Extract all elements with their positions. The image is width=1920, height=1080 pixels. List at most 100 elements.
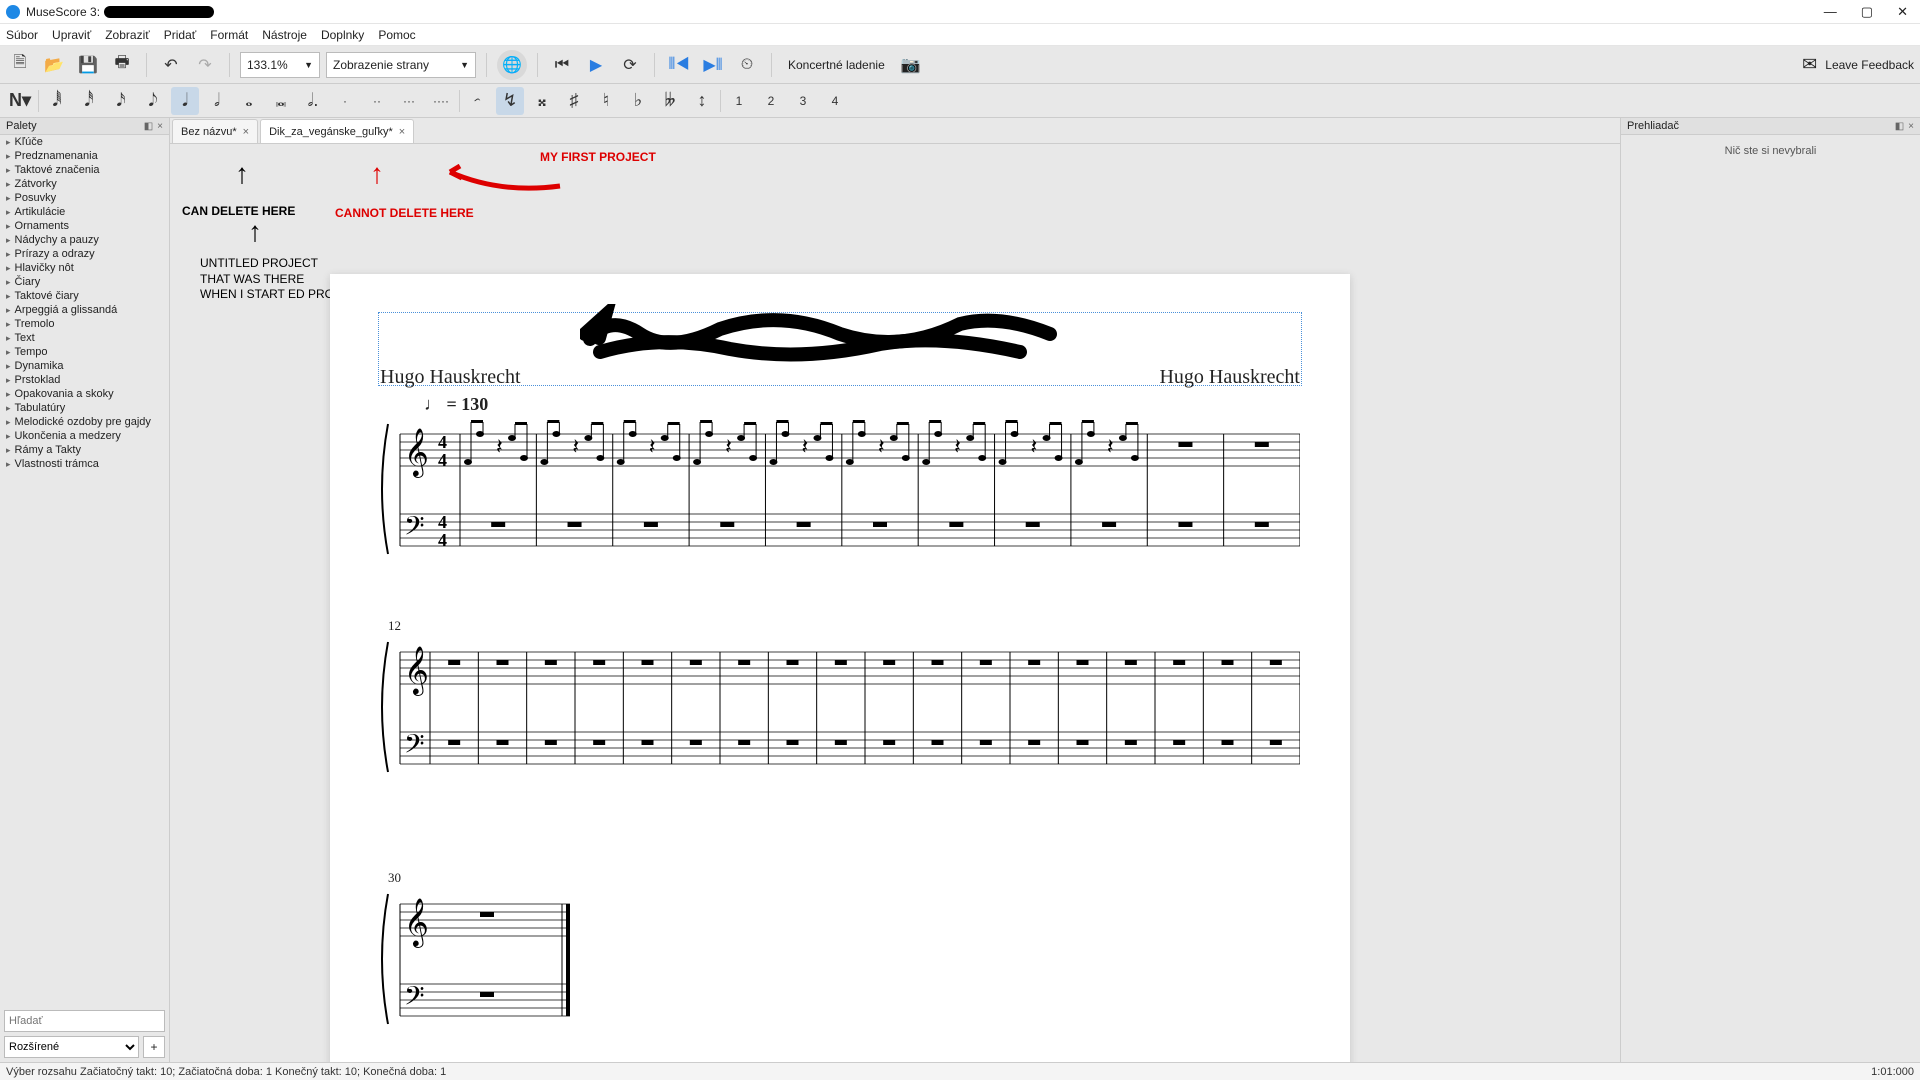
staff-system-3[interactable]: 𝄞 𝄢	[380, 884, 580, 1034]
flat-icon[interactable]: ♭	[624, 87, 652, 115]
rewind-icon[interactable]: ⏮	[548, 51, 576, 79]
composer-right[interactable]: Hugo Hauskrecht	[1159, 366, 1300, 389]
note-64-icon[interactable]: 𝅘𝅥𝅱	[43, 87, 71, 115]
note-half-icon[interactable]: 𝅗𝅥	[203, 87, 231, 115]
palette-item[interactable]: ▸Prstoklad	[0, 373, 169, 387]
palette-item[interactable]: ▸Hlavičky nôt	[0, 261, 169, 275]
inspector-undock-icon[interactable]: ◧	[1895, 121, 1904, 132]
double-flat-icon[interactable]: 𝄫	[656, 87, 684, 115]
camera-icon[interactable]: 📷	[897, 51, 925, 79]
palette-item[interactable]: ▸Predznamenania	[0, 149, 169, 163]
note-16-icon[interactable]: 𝅘𝅥𝅯	[107, 87, 135, 115]
maximize-button[interactable]: ▢	[1861, 4, 1873, 20]
play-icon[interactable]: ▶	[582, 51, 610, 79]
palette-item[interactable]: ▸Čiary	[0, 275, 169, 289]
loop-icon[interactable]: ⟳	[616, 51, 644, 79]
palette-item[interactable]: ▸Ukončenia a medzery	[0, 429, 169, 443]
palette-item[interactable]: ▸Artikulácie	[0, 205, 169, 219]
menu-add[interactable]: Pridať	[164, 28, 197, 42]
redo-icon[interactable]: ↷	[191, 51, 219, 79]
tab-untitled-close-icon[interactable]: ×	[243, 126, 249, 138]
concert-pitch-button[interactable]: Koncertné ladenie	[782, 58, 891, 72]
palette-item[interactable]: ▸Rámy a Takty	[0, 443, 169, 457]
voice-3-button[interactable]: 3	[789, 87, 817, 115]
palette-item[interactable]: ▸Nádychy a pauzy	[0, 233, 169, 247]
palette-item[interactable]: ▸Prírazy a odrazy	[0, 247, 169, 261]
dot4-icon[interactable]: ····	[427, 87, 455, 115]
view-mode-select[interactable]: Zobrazenie strany▼	[326, 52, 476, 78]
feedback-button[interactable]: Leave Feedback	[1825, 58, 1914, 72]
tab-project[interactable]: Dik_za_vegánske_guľky* ×	[260, 119, 414, 143]
note-8-icon[interactable]: 𝅘𝅥𝅮	[139, 87, 167, 115]
flip-icon[interactable]: ↕	[688, 87, 716, 115]
palettes-undock-icon[interactable]: ◧	[144, 121, 153, 132]
staff-system-1[interactable]: 𝄞 𝄢 4 4 4 4 𝄽𝄽𝄽𝄽𝄽𝄽𝄽𝄽𝄽	[380, 414, 1300, 564]
metronome-icon[interactable]: ⏲	[733, 51, 761, 79]
chevron-right-icon: ▸	[6, 221, 11, 232]
menu-file[interactable]: Súbor	[6, 28, 38, 42]
palette-item[interactable]: ▸Ornaments	[0, 219, 169, 233]
loop-end-icon[interactable]: ▶⦀	[699, 51, 727, 79]
save-icon[interactable]: 💾	[74, 51, 102, 79]
undo-icon[interactable]: ↶	[157, 51, 185, 79]
palette-list: ▸Kľúče▸Predznamenania▸Taktové značenia▸Z…	[0, 135, 169, 1006]
palette-item[interactable]: ▸Arpeggiá a glissandá	[0, 303, 169, 317]
minimize-button[interactable]: —	[1824, 4, 1837, 20]
palette-item[interactable]: ▸Dynamika	[0, 359, 169, 373]
palette-item[interactable]: ▸Zátvorky	[0, 177, 169, 191]
menu-edit[interactable]: Upraviť	[52, 28, 91, 42]
palette-item[interactable]: ▸Posuvky	[0, 191, 169, 205]
note-dot-half-icon[interactable]: 𝅗𝅥.	[299, 87, 327, 115]
palette-item[interactable]: ▸Text	[0, 331, 169, 345]
voice-4-button[interactable]: 4	[821, 87, 849, 115]
tempo-marking[interactable]: ♩ = 130	[424, 394, 488, 415]
palette-search-input[interactable]	[4, 1010, 165, 1032]
tie-icon[interactable]: 𝆣	[464, 87, 492, 115]
palette-item[interactable]: ▸Tabulatúry	[0, 401, 169, 415]
print-icon[interactable]: 🖶	[108, 51, 136, 79]
palettes-close-icon[interactable]: ×	[157, 121, 163, 132]
palette-item[interactable]: ▸Vlastnosti trámca	[0, 457, 169, 471]
loop-start-icon[interactable]: ⦀◀	[665, 51, 693, 79]
dot2-icon[interactable]: ··	[363, 87, 391, 115]
note-whole-icon[interactable]: 𝅝	[235, 87, 263, 115]
voice-2-button[interactable]: 2	[757, 87, 785, 115]
palette-item[interactable]: ▸Opakovania a skoky	[0, 387, 169, 401]
note-quarter-icon[interactable]: 𝅘𝅥	[171, 87, 199, 115]
menu-format[interactable]: Formát	[210, 28, 248, 42]
palette-mode-select[interactable]: Rozšírené	[4, 1036, 139, 1058]
palette-item[interactable]: ▸Tremolo	[0, 317, 169, 331]
double-sharp-icon[interactable]: 𝄪	[528, 87, 556, 115]
slur-icon[interactable]: ↯	[496, 87, 524, 115]
tab-untitled[interactable]: Bez názvu* ×	[172, 119, 258, 143]
inspector-close-icon[interactable]: ×	[1908, 121, 1914, 132]
natural-icon[interactable]: ♮	[592, 87, 620, 115]
zoom-input[interactable]: 133.1%▼	[240, 52, 320, 78]
palette-item[interactable]: ▸Kľúče	[0, 135, 169, 149]
menu-plugins[interactable]: Doplnky	[321, 28, 364, 42]
staff-system-2[interactable]: 𝄞 𝄢	[380, 632, 1300, 782]
palette-add-button[interactable]: +	[143, 1036, 165, 1058]
score-page[interactable]: Hugo Hauskrecht Hugo Hauskrecht ♩ = 130	[330, 274, 1350, 1062]
note-breve-icon[interactable]: 𝅜	[267, 87, 295, 115]
palette-item[interactable]: ▸Melodické ozdoby pre gajdy	[0, 415, 169, 429]
palette-item[interactable]: ▸Taktové čiary	[0, 289, 169, 303]
menu-help[interactable]: Pomoc	[378, 28, 415, 42]
dot3-icon[interactable]: ···	[395, 87, 423, 115]
note-input-mode-icon[interactable]: N▾	[6, 87, 34, 115]
online-icon[interactable]: 🌐	[497, 50, 527, 80]
voice-1-button[interactable]: 1	[725, 87, 753, 115]
note-32-icon[interactable]: 𝅘𝅥𝅰	[75, 87, 103, 115]
canvas[interactable]: MY FIRST PROJECT ↑ ↑ CAN DELETE HERE CAN…	[170, 144, 1620, 1062]
sharp-icon[interactable]: ♯	[560, 87, 588, 115]
close-button[interactable]: ✕	[1897, 4, 1908, 20]
menu-view[interactable]: Zobraziť	[105, 28, 150, 42]
composer-left[interactable]: Hugo Hauskrecht	[380, 366, 521, 389]
tab-project-close-icon[interactable]: ×	[399, 126, 405, 138]
open-file-icon[interactable]: 📂	[40, 51, 68, 79]
palette-item[interactable]: ▸Tempo	[0, 345, 169, 359]
new-file-icon[interactable]: 🗎	[6, 51, 34, 79]
palette-item[interactable]: ▸Taktové značenia	[0, 163, 169, 177]
dot1-icon[interactable]: ·	[331, 87, 359, 115]
menu-tools[interactable]: Nástroje	[262, 28, 307, 42]
